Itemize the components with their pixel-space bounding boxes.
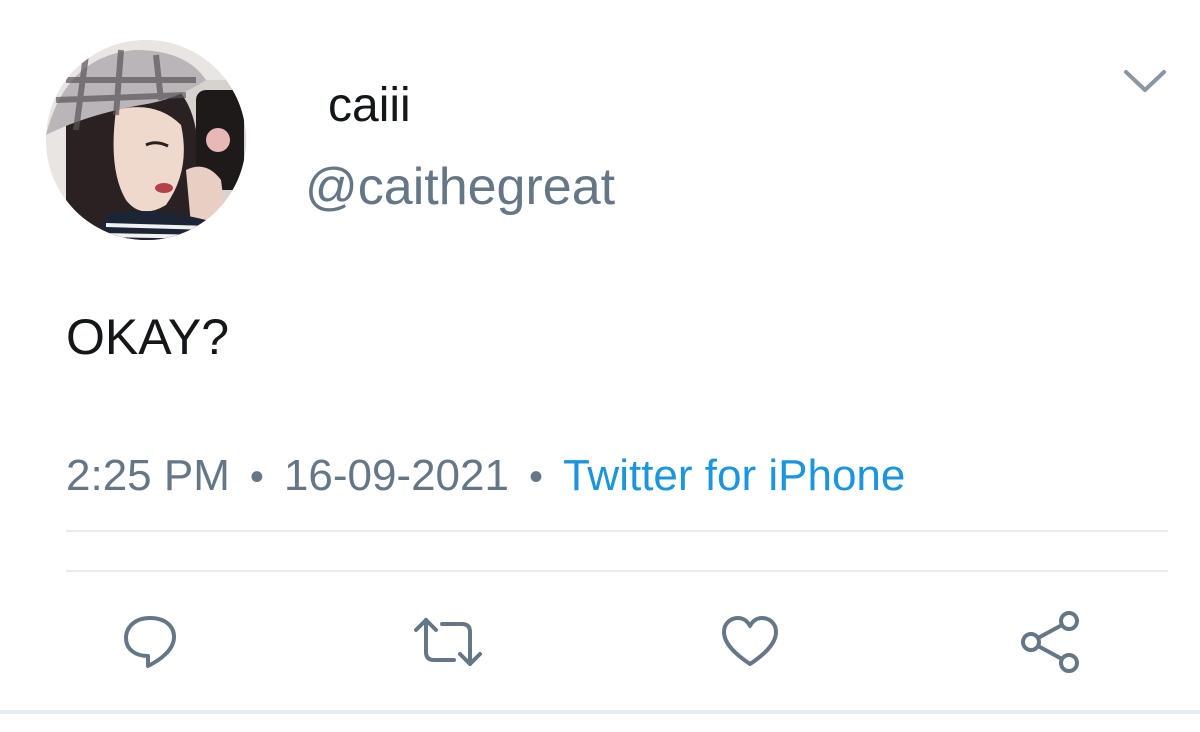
tweet-card: caiii @caithegreat OKAY? 2:25 PM • 16-09-2… [0,0,1200,732]
reply-icon [124,616,176,668]
meta-separator: • [528,455,543,499]
tweet-date: 16-09-2021 [283,451,509,500]
user-handle[interactable]: @caithegreat [305,156,615,218]
share-button[interactable] [1012,604,1088,680]
tweet-source-link[interactable]: Twitter for iPhone [563,451,905,500]
divider [66,530,1168,532]
display-name[interactable]: caiii [328,76,411,136]
tweet-text: OKAY? [66,309,230,365]
tweet-time: 2:25 PM [66,451,230,500]
avatar-photo [46,40,246,240]
reply-button[interactable] [112,604,188,680]
share-icon [1021,611,1079,673]
meta-separator: • [249,455,264,499]
avatar[interactable] [46,40,246,240]
like-button[interactable] [712,604,788,680]
heart-icon [722,616,778,666]
retweet-button[interactable] [410,604,486,680]
bottom-border [0,710,1200,714]
chevron-down-icon[interactable] [1118,60,1172,104]
divider [66,570,1168,572]
retweet-icon [414,618,482,666]
tweet-meta: 2:25 PM • 16-09-2021 • Twitter for iPhone [66,446,905,507]
